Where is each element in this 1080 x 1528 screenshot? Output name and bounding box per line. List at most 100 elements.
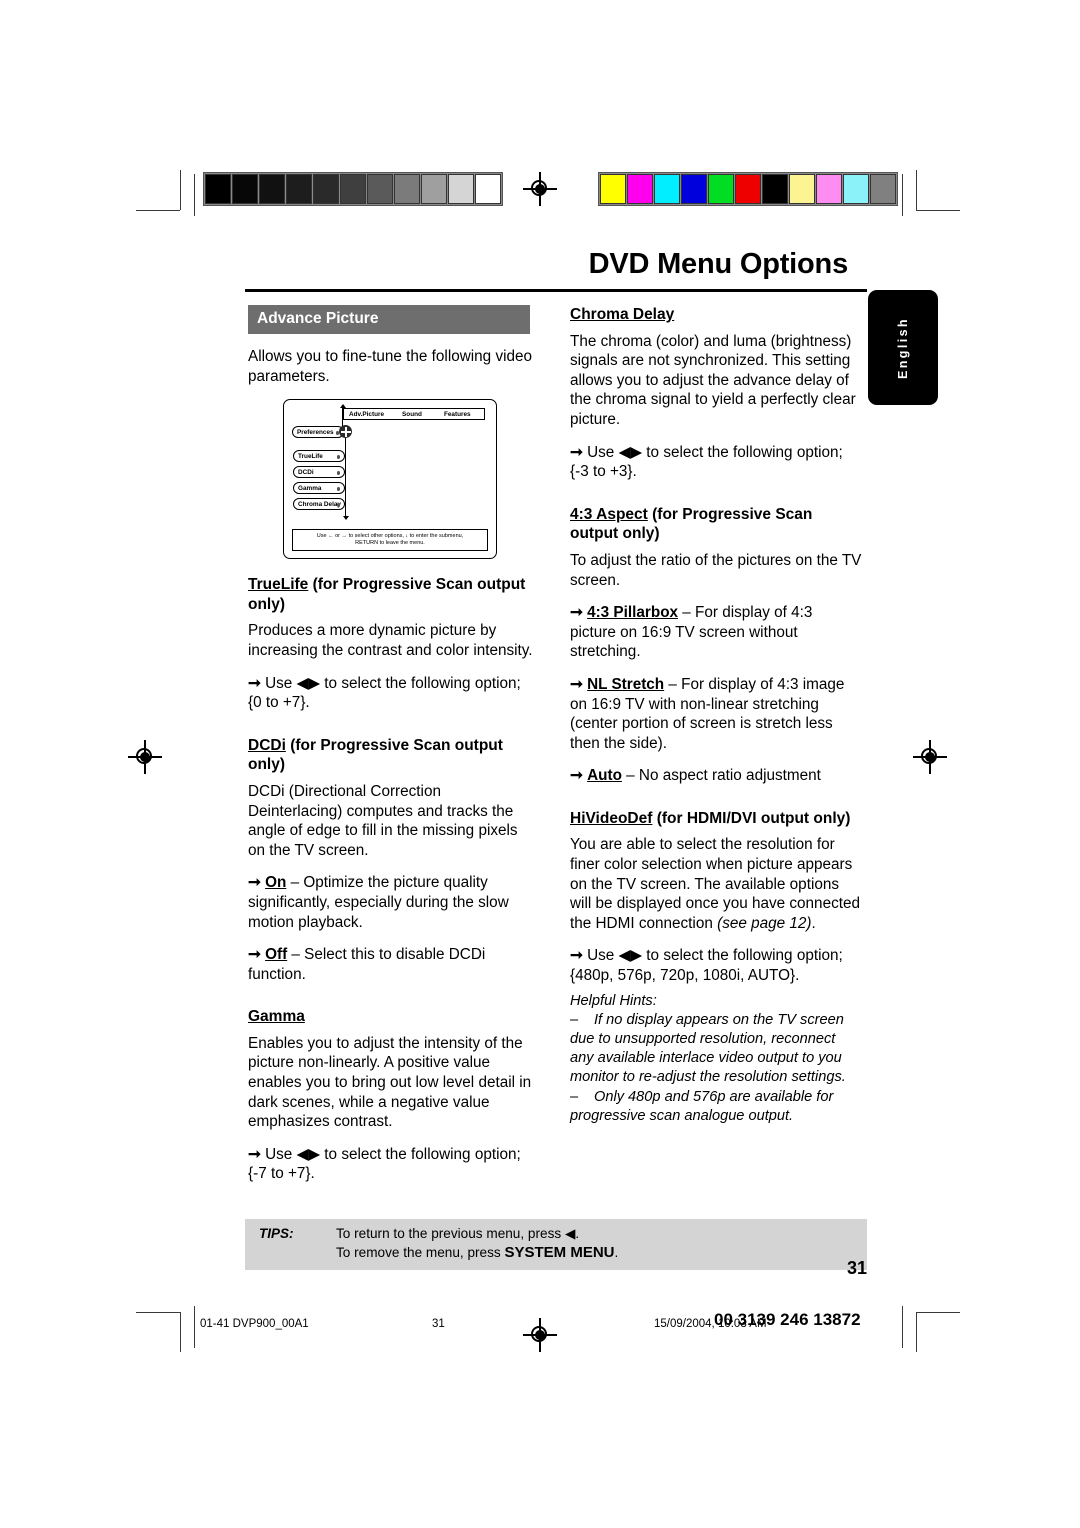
osd-item-preferences-label: Preferences	[297, 428, 334, 436]
osd-knob-icon	[336, 487, 340, 491]
heading-truelife: TrueLife (for Progressive Scan output on…	[248, 575, 538, 614]
registration-mark-right	[913, 740, 947, 774]
tips-line-1: To return to the previous menu, press ◀.	[336, 1225, 867, 1244]
heading-gamma: Gamma	[248, 1007, 538, 1027]
dcdi-option-on-text: – Optimize the picture quality significa…	[248, 874, 509, 931]
tips-line-2-after: .	[614, 1244, 619, 1260]
color-swatch-10	[870, 174, 896, 204]
osd-item-truelife: TrueLife	[293, 450, 345, 463]
aspect-body: To adjust the ratio of the pictures on t…	[570, 551, 862, 589]
heading-truelife-underlined: TrueLife	[248, 576, 309, 594]
footer-document-code: 00 3139 246 13872	[714, 1310, 861, 1329]
osd-item-truelife-label: TrueLife	[298, 452, 323, 460]
left-arrow-icon: ◀	[564, 1226, 576, 1241]
title-divider	[245, 289, 867, 292]
hivideodef-option-text: Use ◀▶ to select the following option; {…	[570, 947, 843, 985]
osd-footnote-line1: Use ← or → to select other options, ↓ to…	[316, 532, 464, 539]
tips-line-2-before: To remove the menu, press	[336, 1244, 505, 1260]
color-swatch-1	[627, 174, 653, 204]
tips-line-2: To remove the menu, press SYSTEM MENU.	[336, 1244, 867, 1263]
osd-item-gamma: Gamma	[293, 482, 345, 495]
osd-knob-icon	[336, 455, 340, 459]
color-calibration-bar	[598, 172, 898, 206]
chroma-delay-option-text: Use ◀▶ to select the following option; {…	[570, 443, 843, 481]
footer-page-number: 31	[432, 1318, 445, 1330]
osd-footnote: Use ← or → to select other options, ↓ to…	[292, 529, 488, 552]
right-column: Chroma Delay The chroma (color) and luma…	[570, 305, 862, 1126]
page-folio: 31	[846, 1258, 867, 1278]
grayscale-swatch-9	[448, 174, 474, 204]
osd-tab-row: Adv.Picture Sound Features	[343, 408, 485, 421]
tips-band: TIPS: To return to the previous menu, pr…	[245, 1219, 867, 1270]
color-swatch-3	[681, 174, 707, 204]
grayscale-swatch-3	[286, 174, 312, 204]
registration-mark-left	[128, 740, 162, 774]
tips-line-1-before: To return to the previous menu, press	[336, 1226, 565, 1241]
color-swatch-9	[843, 174, 869, 204]
tips-lines: To return to the previous menu, press ◀.…	[336, 1225, 867, 1262]
grayscale-swatch-6	[367, 174, 393, 204]
arrow-icon: ➞	[248, 674, 261, 692]
heading-aspect-underlined: 4:3 Aspect	[570, 505, 648, 523]
arrow-icon: ➞	[248, 946, 261, 964]
grayscale-swatch-10	[475, 174, 501, 204]
color-swatch-6	[762, 174, 788, 204]
color-swatch-7	[789, 174, 815, 204]
osd-knob-icon	[336, 471, 340, 475]
arrow-icon: ➞	[570, 675, 583, 693]
section-band-advance-picture: Advance Picture	[248, 305, 530, 334]
truelife-option: ➞ Use ◀▶ to select the following option;…	[248, 674, 538, 713]
color-swatch-4	[708, 174, 734, 204]
color-swatch-0	[600, 174, 626, 204]
dcdi-option-off: ➞ Off – Select this to disable DCDi func…	[248, 945, 538, 984]
dcdi-body: DCDi (Directional Correction Deinterlaci…	[248, 782, 518, 859]
aspect-option-pillarbox: ➞ 4:3 Pillarbox – For display of 4:3 pic…	[570, 603, 862, 662]
heading-aspect: 4:3 Aspect (for Progressive Scan output …	[570, 505, 862, 544]
page-title: DVD Menu Options	[588, 248, 849, 280]
left-column: Advance Picture Allows you to fine-tune …	[248, 305, 538, 1197]
crop-mark-top-right	[900, 170, 960, 222]
arrow-icon: ➞	[570, 947, 583, 965]
crop-mark-top-left	[136, 170, 196, 222]
osd-item-preferences: Preferences	[292, 426, 344, 439]
heading-dcdi-rest: (for Progressive Scan output only)	[248, 736, 503, 774]
helpful-hints-title: Helpful Hints:	[570, 992, 657, 1009]
osd-tab-features: Features	[443, 410, 471, 418]
crop-mark-bottom-left	[136, 1300, 196, 1352]
tips-label: TIPS:	[259, 1226, 294, 1241]
truelife-option-text: Use ◀▶ to select the following option; {…	[248, 674, 521, 712]
gamma-option-text: Use ◀▶ to select the following option; {…	[248, 1145, 521, 1183]
tips-system-menu-key: SYSTEM MENU	[504, 1243, 615, 1261]
heading-gamma-underlined: Gamma	[248, 1008, 305, 1026]
chroma-delay-option: ➞ Use ◀▶ to select the following option;…	[570, 443, 862, 482]
heading-hivideodef-underlined: HiVideoDef	[570, 809, 653, 827]
helpful-hint-1: If no display appears on the TV screen d…	[570, 1011, 846, 1086]
grayscale-swatch-5	[340, 174, 366, 204]
language-tab-label: English	[896, 316, 910, 379]
hivideodef-body-part2: .	[811, 914, 816, 932]
registration-mark-top	[523, 172, 557, 206]
hivideodef-body-part1: You are able to select the resolution fo…	[570, 836, 860, 932]
arrow-icon: ➞	[248, 874, 261, 892]
helpful-hints: Helpful Hints: – If no display appears on…	[570, 992, 862, 1126]
grayscale-swatch-1	[232, 174, 258, 204]
heading-hivideodef: HiVideoDef (for HDMI/DVI output only)	[570, 809, 862, 829]
osd-item-dcdi: DCDi	[293, 466, 345, 479]
heading-chroma-delay: Chroma Delay	[570, 305, 862, 325]
hivideodef-body: You are able to select the resolution fo…	[570, 835, 862, 933]
hivideodef-body-reference: (see page 12)	[717, 914, 812, 932]
osd-knob-icon	[336, 503, 340, 507]
color-swatch-5	[735, 174, 761, 204]
arrow-icon: ➞	[570, 443, 583, 461]
heading-dcdi-underlined: DCDi	[248, 736, 286, 754]
arrow-icon: ➞	[570, 604, 583, 622]
aspect-option-pillarbox-label: 4:3 Pillarbox	[587, 604, 679, 622]
footer-filename: 01-41 DVP900_00A1	[200, 1318, 309, 1330]
hint-dash-icon: –	[570, 1011, 579, 1028]
osd-menu-illustration: Adv.Picture Sound Features Preferences T…	[283, 399, 497, 560]
arrow-icon: ➞	[570, 767, 583, 785]
arrow-icon: ➞	[248, 1145, 261, 1163]
grayscale-swatch-8	[421, 174, 447, 204]
grayscale-swatch-4	[313, 174, 339, 204]
osd-cursor-icon	[339, 425, 352, 439]
